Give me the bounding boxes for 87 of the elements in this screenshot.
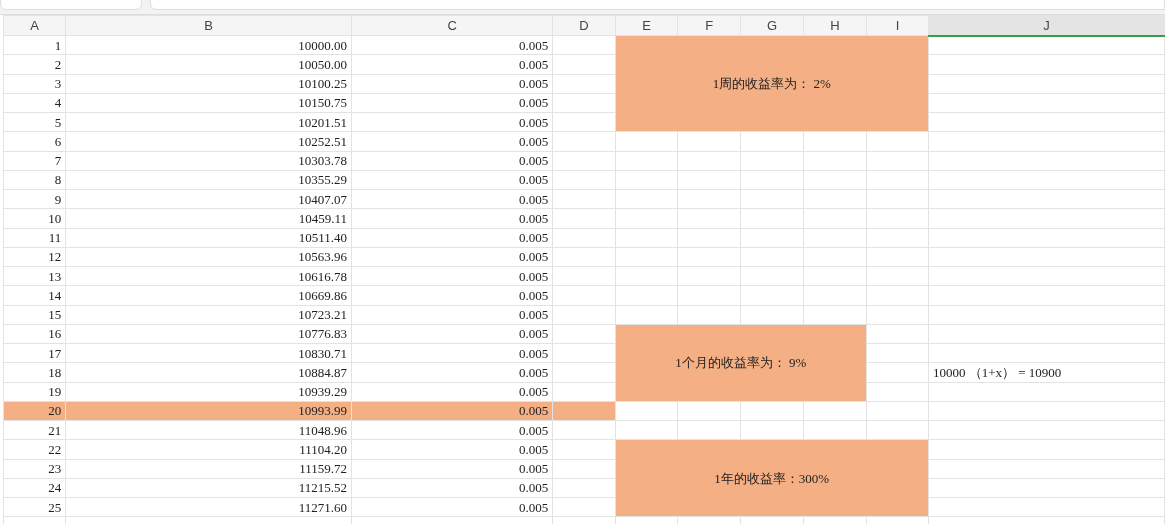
table-cell: 10884.87 xyxy=(65,362,352,382)
table-cell: 0.005 xyxy=(351,420,553,440)
note-cell: 1周的收益率为： 2% xyxy=(615,35,929,132)
table-cell: 4 xyxy=(3,93,66,113)
table-cell: 11048.96 xyxy=(65,420,352,440)
column-header[interactable]: J xyxy=(928,15,1165,36)
note-cell: 1年的收益率：300% xyxy=(615,439,929,517)
table-cell: 0.005 xyxy=(351,343,553,363)
table-cell: 0.005 xyxy=(351,439,553,459)
table-cell: 0.005 xyxy=(351,459,553,479)
table-cell: 10201.51 xyxy=(65,112,352,132)
table-cell: 0.005 xyxy=(351,382,553,402)
table-cell: 6 xyxy=(3,131,66,151)
table-cell: 0.005 xyxy=(351,228,553,248)
table-cell: 10939.29 xyxy=(65,382,352,402)
table-cell: 0.005 xyxy=(351,151,553,171)
column-header[interactable]: H xyxy=(803,15,867,36)
table-cell: 21 xyxy=(3,420,66,440)
table-cell: 10723.21 xyxy=(65,305,352,325)
table-cell: 12 xyxy=(3,247,66,267)
table-cell: 0.005 xyxy=(351,305,553,325)
table-cell: 10050.00 xyxy=(65,54,352,74)
table-cell: 24 xyxy=(3,478,66,498)
formula-text: 10000 （1+x） = 10900 xyxy=(928,362,1165,382)
table-cell: 10100.25 xyxy=(65,74,352,94)
table-cell: 8 xyxy=(3,170,66,190)
column-header[interactable]: C xyxy=(351,15,553,36)
column-header[interactable]: E xyxy=(615,15,678,36)
table-cell: 16 xyxy=(3,324,66,344)
table-cell: 23 xyxy=(3,459,66,479)
table-cell: 10 xyxy=(3,208,66,228)
table-cell: 10355.29 xyxy=(65,170,352,190)
table-cell: 0.005 xyxy=(351,497,553,517)
table-cell: 25 xyxy=(3,497,66,517)
table-cell: 1 xyxy=(3,35,66,55)
table-cell: 0.005 xyxy=(351,93,553,113)
table-cell: 0.005 xyxy=(351,131,553,151)
table-cell: 5 xyxy=(3,112,66,132)
table-cell: 10830.71 xyxy=(65,343,352,363)
table-cell: 0.005 xyxy=(351,74,553,94)
table-cell: 10776.83 xyxy=(65,324,352,344)
table-cell: 0.005 xyxy=(351,362,553,382)
table-cell: 0.005 xyxy=(351,189,553,209)
table-cell: 18 xyxy=(3,362,66,382)
table-cell: 10252.51 xyxy=(65,131,352,151)
table-cell: 17 xyxy=(3,343,66,363)
table-cell: 11271.60 xyxy=(65,497,352,517)
table-cell: 10669.86 xyxy=(65,285,352,305)
table-cell: 22 xyxy=(3,439,66,459)
table-cell: 10511.40 xyxy=(65,228,352,248)
table-cell: 0.005 xyxy=(351,170,553,190)
table-cell: 0.005 xyxy=(351,324,553,344)
table-cell: 10616.78 xyxy=(65,266,352,286)
column-header[interactable]: F xyxy=(677,15,741,36)
table-cell: 11159.72 xyxy=(65,459,352,479)
column-header[interactable]: G xyxy=(740,15,804,36)
table-cell: 0.005 xyxy=(351,247,553,267)
table-cell: 11 xyxy=(3,228,66,248)
table-cell: 11215.52 xyxy=(65,478,352,498)
table-cell: 10000.00 xyxy=(65,35,352,55)
table-cell: 0.005 xyxy=(351,54,553,74)
table-cell: 7 xyxy=(3,151,66,171)
table-cell: 0.005 xyxy=(351,478,553,498)
table-cell: 0.005 xyxy=(351,112,553,132)
column-header[interactable]: B xyxy=(65,15,352,36)
table-cell: 10407.07 xyxy=(65,189,352,209)
column-header[interactable]: D xyxy=(552,15,616,36)
table-cell: 10303.78 xyxy=(65,151,352,171)
table-cell: 15 xyxy=(3,305,66,325)
note-cell: 1个月的收益率为： 9% xyxy=(615,324,867,402)
table-cell: 11104.20 xyxy=(65,439,352,459)
table-cell: 3 xyxy=(3,74,66,94)
table-cell: 9 xyxy=(3,189,66,209)
table-cell: 2 xyxy=(3,54,66,74)
table-cell: 10459.11 xyxy=(65,208,352,228)
table-cell: 0.005 xyxy=(351,266,553,286)
table-cell: 0.005 xyxy=(351,35,553,55)
table-cell: 10563.96 xyxy=(65,247,352,267)
table-cell: 19 xyxy=(3,382,66,402)
column-header[interactable]: A xyxy=(3,15,66,36)
table-cell: 10150.75 xyxy=(65,93,352,113)
table-cell: 14 xyxy=(3,285,66,305)
table-cell: 20 xyxy=(3,401,66,421)
table-cell: 0.005 xyxy=(351,208,553,228)
table-cell: 0.005 xyxy=(351,285,553,305)
table-cell: 13 xyxy=(3,266,66,286)
column-header[interactable]: I xyxy=(866,15,929,36)
